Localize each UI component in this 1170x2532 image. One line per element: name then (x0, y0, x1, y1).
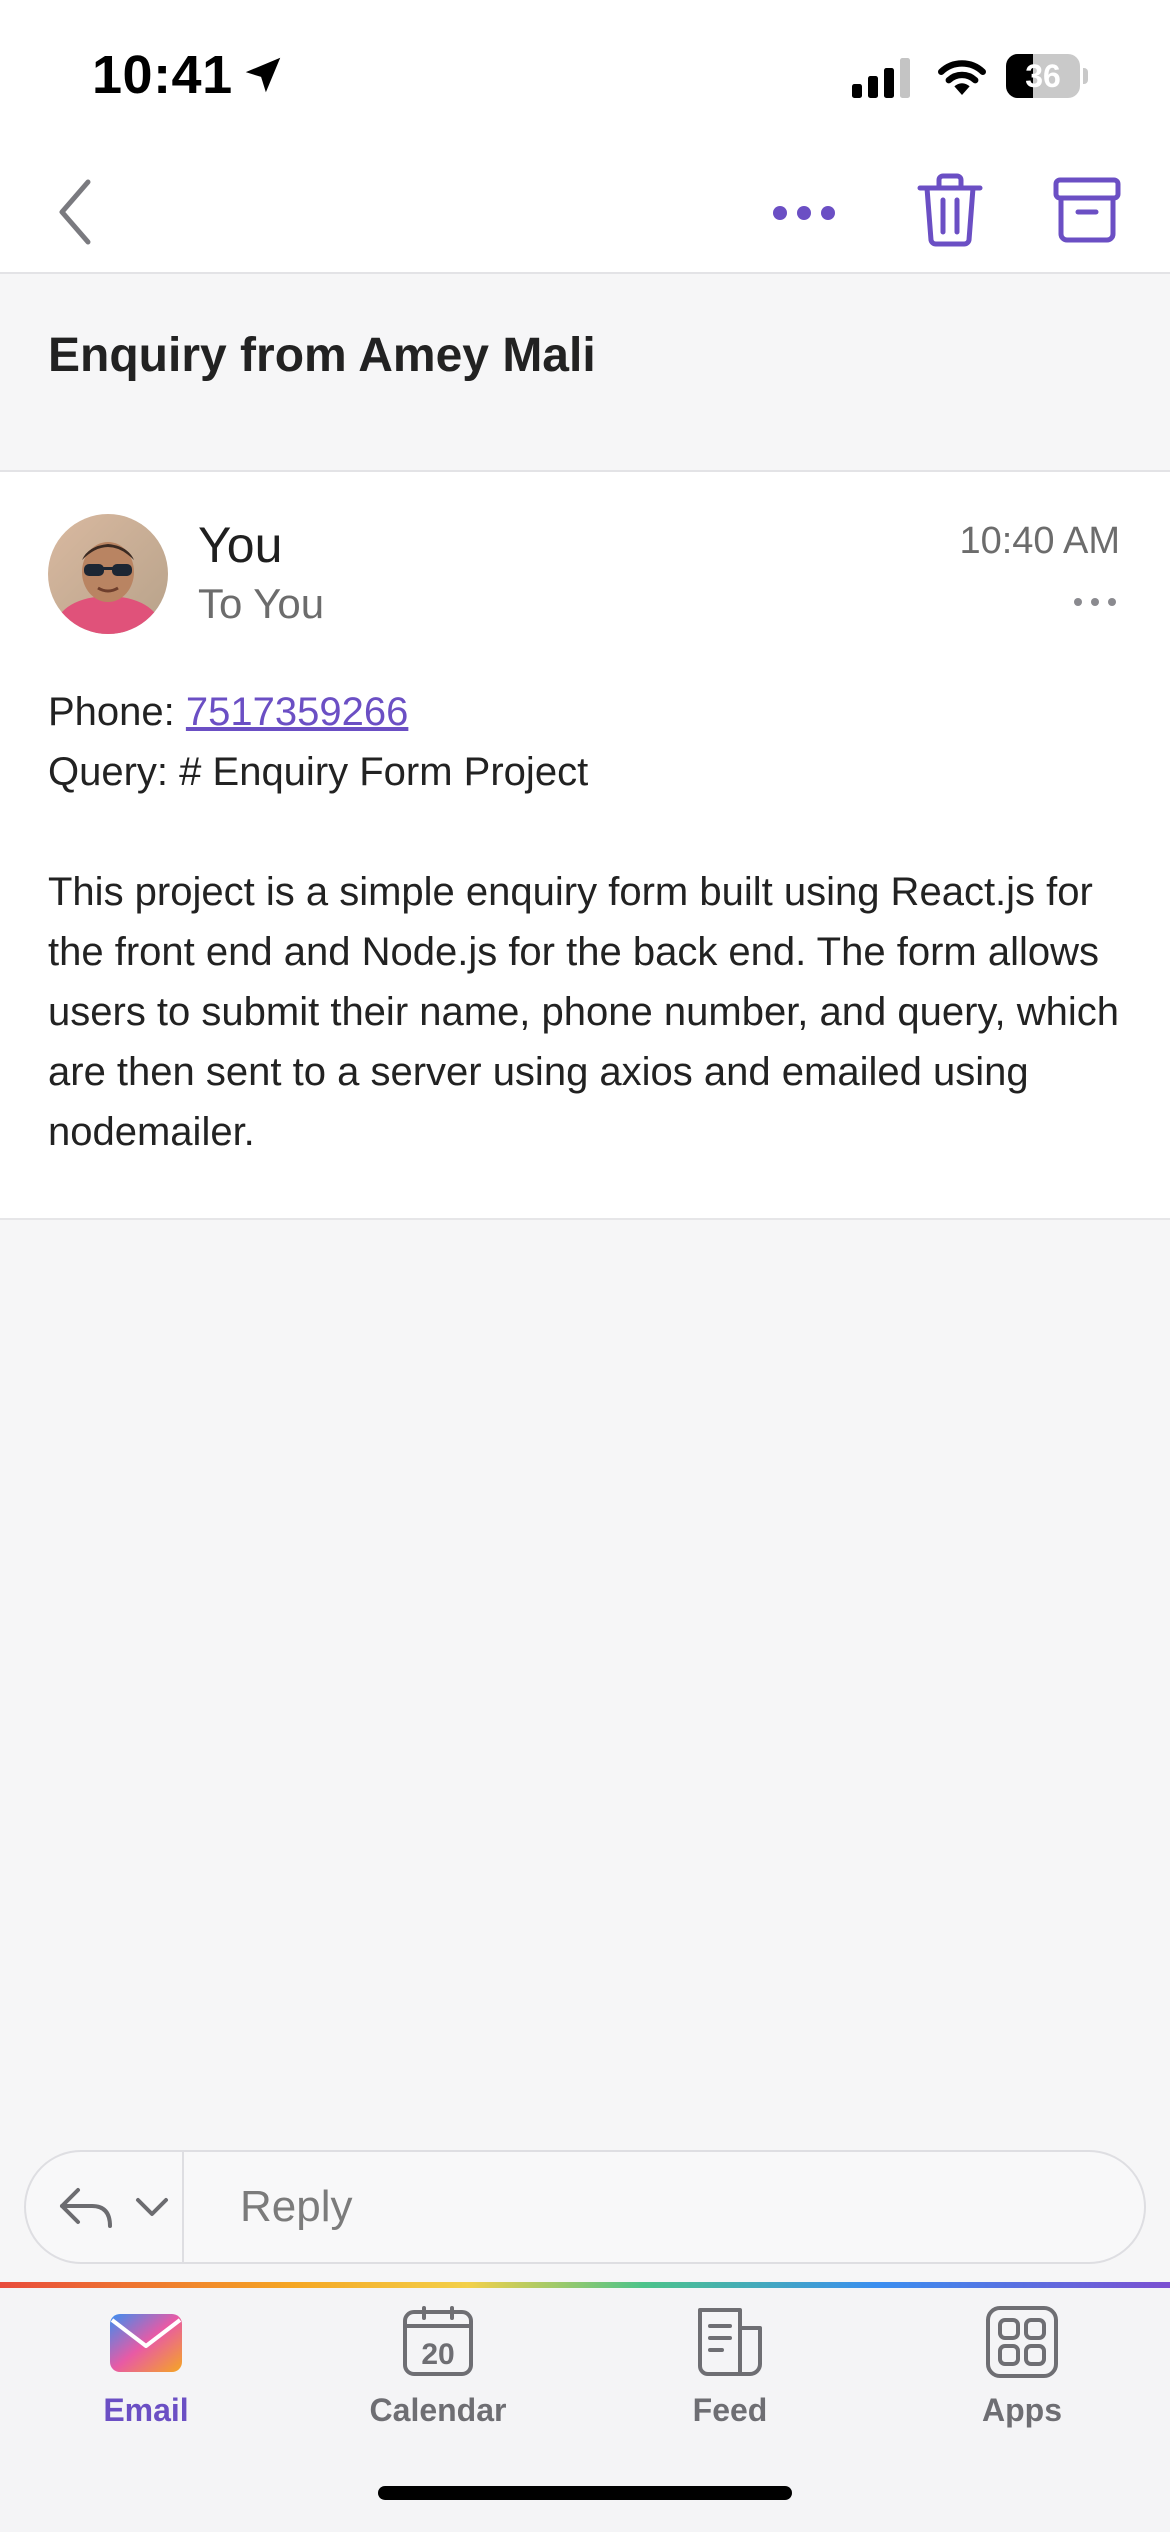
calendar-icon: 20 (403, 2306, 473, 2376)
battery-indicator: 36 (1006, 54, 1088, 98)
message-more-button[interactable] (1072, 592, 1118, 612)
more-options-button[interactable] (764, 178, 844, 248)
feed-icon (698, 2308, 762, 2376)
tab-label: Apps (982, 2392, 1062, 2428)
status-bar: 10:41 36 (0, 0, 1170, 150)
message-paragraph: This project is a simple enquiry form bu… (48, 870, 1119, 1154)
subject-header: Enquiry from Amey Mali (0, 274, 1170, 472)
chevron-down-icon (136, 2198, 168, 2216)
phone-number-link[interactable]: 7517359266 (186, 690, 408, 734)
status-time: 10:41 (92, 45, 233, 105)
sender-name: You (198, 517, 283, 573)
battery-body: 36 (1006, 54, 1080, 98)
avatar-photo (48, 514, 168, 634)
calendar-day: 20 (421, 2338, 454, 2371)
battery-tip (1083, 68, 1088, 84)
wifi-icon (938, 60, 986, 95)
home-indicator[interactable] (378, 2486, 792, 2500)
reply-options-button[interactable] (26, 2152, 184, 2262)
message-time: 10:40 AM (959, 520, 1120, 562)
tab-email[interactable]: Email (0, 2288, 292, 2438)
location-arrow-icon (245, 57, 281, 93)
query-line: Query: # Enquiry Form Project (48, 750, 589, 794)
archive-icon[interactable] (1050, 172, 1124, 248)
avatar[interactable] (48, 514, 168, 634)
phone-line: Phone: 7517359266 (48, 682, 1128, 742)
tab-label: Calendar (369, 2392, 507, 2428)
message-body: Phone: 7517359266 Query: # Enquiry Form … (48, 682, 1128, 1162)
trash-icon[interactable] (912, 170, 988, 250)
tab-feed[interactable]: Feed (584, 2288, 876, 2438)
reply-bar (24, 2150, 1146, 2264)
tab-calendar[interactable]: 20 Calendar (292, 2288, 584, 2438)
battery-percentage: 36 (1025, 58, 1061, 94)
message-toolbar (0, 150, 1170, 274)
tab-apps[interactable]: Apps (876, 2288, 1168, 2438)
apps-icon (986, 2306, 1058, 2378)
tab-label: Email (103, 2392, 189, 2428)
message-card: You To You 10:40 AM Phone: 7517359266 Qu… (0, 472, 1170, 1220)
email-icon (110, 2314, 182, 2372)
cellular-signal-icon (852, 58, 910, 98)
reply-icon (60, 2188, 112, 2228)
recipient-line: To You (198, 580, 325, 627)
email-subject: Enquiry from Amey Mali (48, 329, 596, 382)
back-button[interactable] (40, 174, 110, 250)
reply-input[interactable] (184, 2152, 1144, 2262)
tab-label: Feed (692, 2392, 768, 2428)
phone-label: Phone: (48, 690, 186, 734)
